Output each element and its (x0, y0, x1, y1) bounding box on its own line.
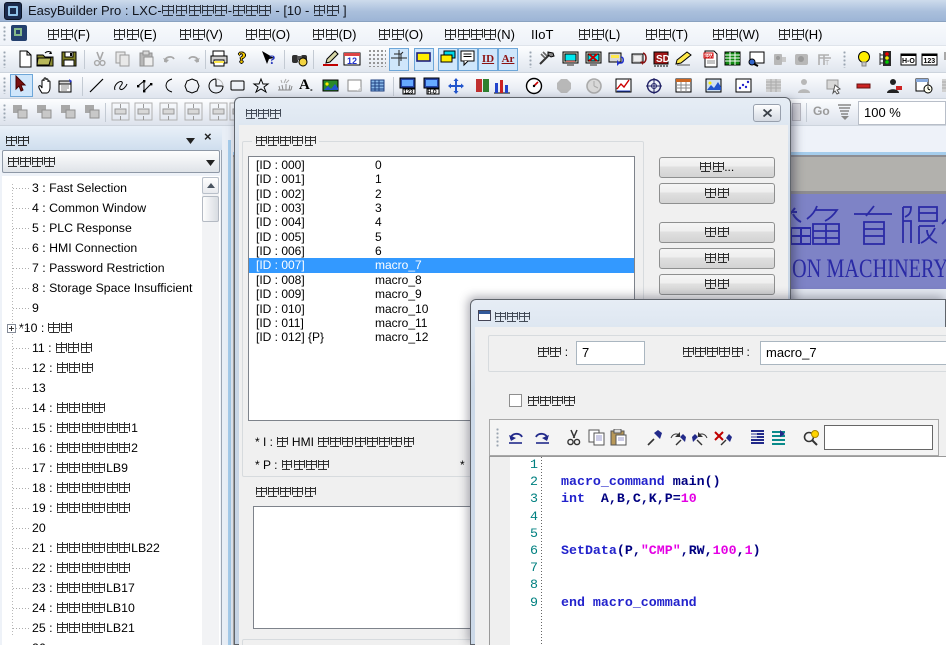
svg-text:?: ? (269, 52, 276, 67)
svg-text:H-O: H-O (428, 90, 437, 96)
svg-text:123: 123 (924, 58, 936, 65)
svg-text:csv: csv (705, 54, 714, 60)
svg-text:T: T (825, 60, 830, 67)
svg-text:H-O: H-O (902, 58, 915, 65)
svg-text:SD: SD (656, 54, 670, 65)
svg-text:123: 123 (404, 90, 413, 96)
svg-text:12: 12 (347, 56, 357, 66)
